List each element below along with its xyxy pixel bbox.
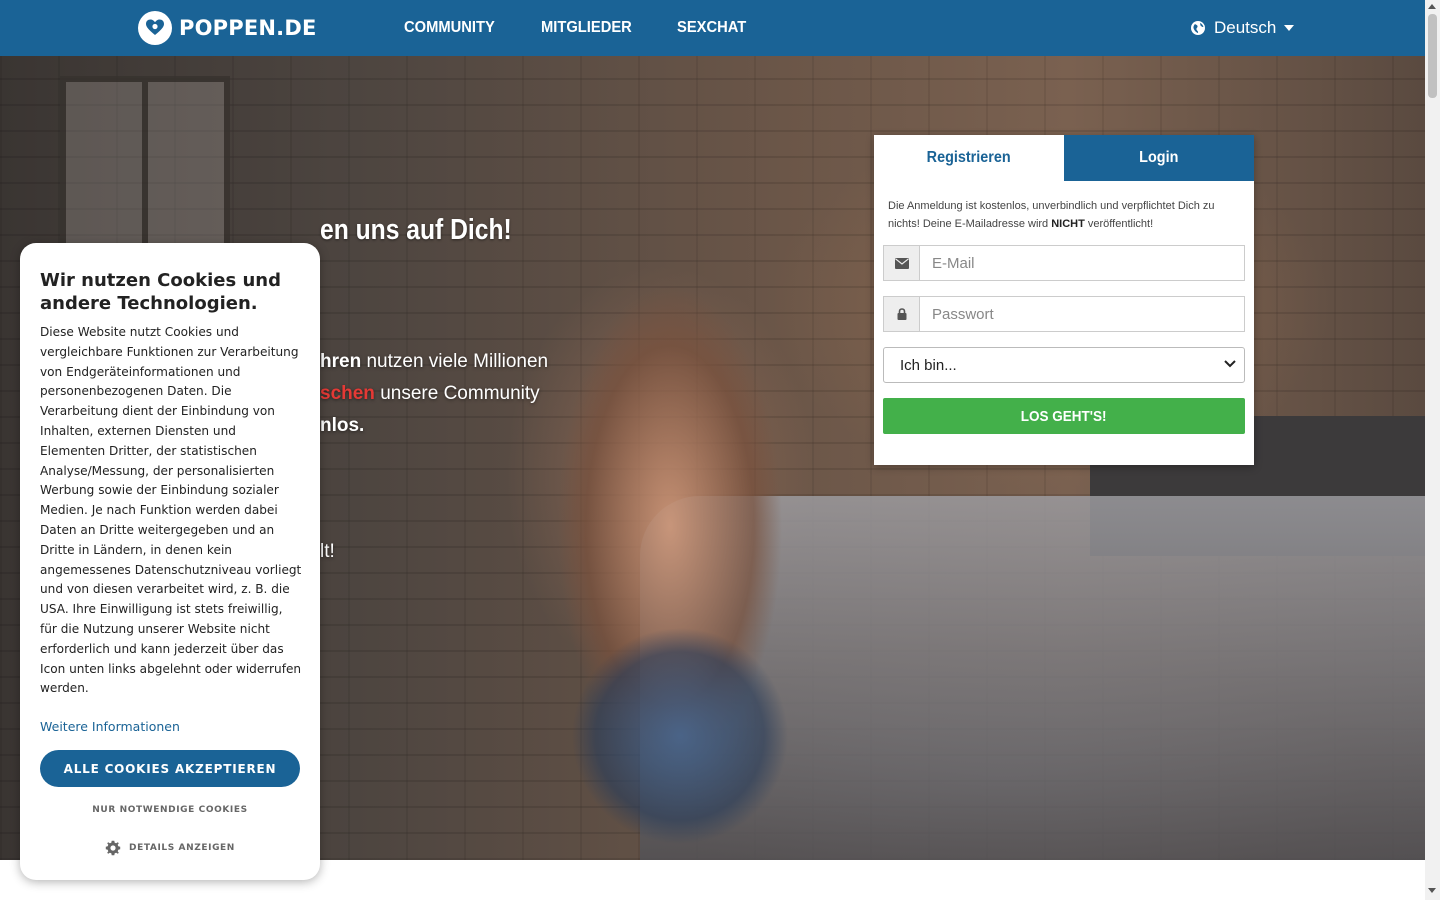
hero-line-4: lt! [320,541,335,562]
main-nav: COMMUNITY MITGLIEDER SEXCHAT [404,0,791,56]
page-scrollbar[interactable] [1425,0,1440,900]
necessary-cookies-button[interactable]: NUR NOTWENDIGE COOKIES [40,805,300,815]
nav-sexchat[interactable]: SEXCHAT [677,19,746,37]
registration-note-bold: NICHT [1051,218,1085,230]
password-input[interactable] [920,297,1244,331]
tab-register-label: Registrieren [926,149,1012,166]
hero-line-1-text: nutzen viele Millionen [361,351,549,372]
email-input[interactable] [920,246,1244,280]
hero-line-2: schen unsere Community [320,383,540,405]
tab-login-label: Login [1139,149,1179,166]
hero-line-1: hren nutzen viele Millionen [320,351,548,373]
site-logo[interactable]: POPPEN.DE [138,11,317,45]
chevron-down-icon [1224,360,1236,368]
email-field [883,245,1245,281]
registration-note: Die Anmeldung ist kostenlos, unverbindli… [888,197,1238,233]
hero-line-3: nlos. [320,415,364,437]
show-details-button[interactable]: DETAILS ANZEIGEN [40,840,300,856]
more-info-link[interactable]: Weitere Informationen [40,719,180,734]
tab-register[interactable]: Registrieren [874,135,1064,181]
tab-login[interactable]: Login [1064,135,1254,181]
scroll-up-arrow-icon[interactable] [1428,4,1436,9]
lock-icon [884,297,920,331]
cookie-consent-dialog: Wir nutzen Cookies und andere Technologi… [20,243,320,880]
scroll-down-arrow-icon[interactable] [1428,888,1436,893]
cookie-body: Diese Website nutzt Cookies und vergleic… [40,325,302,696]
heart-icon [138,11,172,45]
cookie-title: Wir nutzen Cookies und andere Technologi… [40,270,281,314]
language-selector[interactable]: Deutsch [1190,0,1295,56]
nav-community[interactable]: COMMUNITY [404,19,495,37]
caret-down-icon [1284,25,1295,31]
top-navbar: POPPEN.DE COMMUNITY MITGLIEDER SEXCHAT D… [0,0,1425,56]
accept-all-cookies-button[interactable]: ALLE COOKIES AKZEPTIEREN [40,750,300,787]
scrollbar-thumb[interactable] [1428,14,1437,98]
auth-tabs: Registrieren Login [874,135,1254,181]
hero-line-3-bold: nlos. [320,415,365,436]
globe-icon [1190,20,1206,36]
password-field [883,296,1245,332]
hero-line-2-text: unsere Community [374,383,540,404]
nav-mitglieder[interactable]: MITGLIEDER [541,19,632,37]
submit-button-label: LOS GEHT'S! [1021,407,1107,425]
gender-select-value: Ich bin... [900,356,957,374]
show-details-label: DETAILS ANZEIGEN [129,843,235,853]
hero-title: en uns auf Dich! [320,214,512,246]
registration-note-suffix: veröffentlicht! [1084,218,1154,230]
couple-photo-lower [560,616,800,856]
logo-text: POPPEN.DE [179,16,317,40]
gender-select[interactable]: Ich bin... [883,347,1245,383]
hero-line-2-highlight: schen [320,383,375,404]
submit-button[interactable]: LOS GEHT'S! [883,398,1245,434]
hero-line-1-bold: hren [320,351,362,372]
gear-icon [105,840,121,856]
envelope-icon [884,246,920,280]
registration-panel: Registrieren Login Die Anmeldung ist kos… [874,135,1254,465]
language-label: Deutsch [1214,18,1277,37]
